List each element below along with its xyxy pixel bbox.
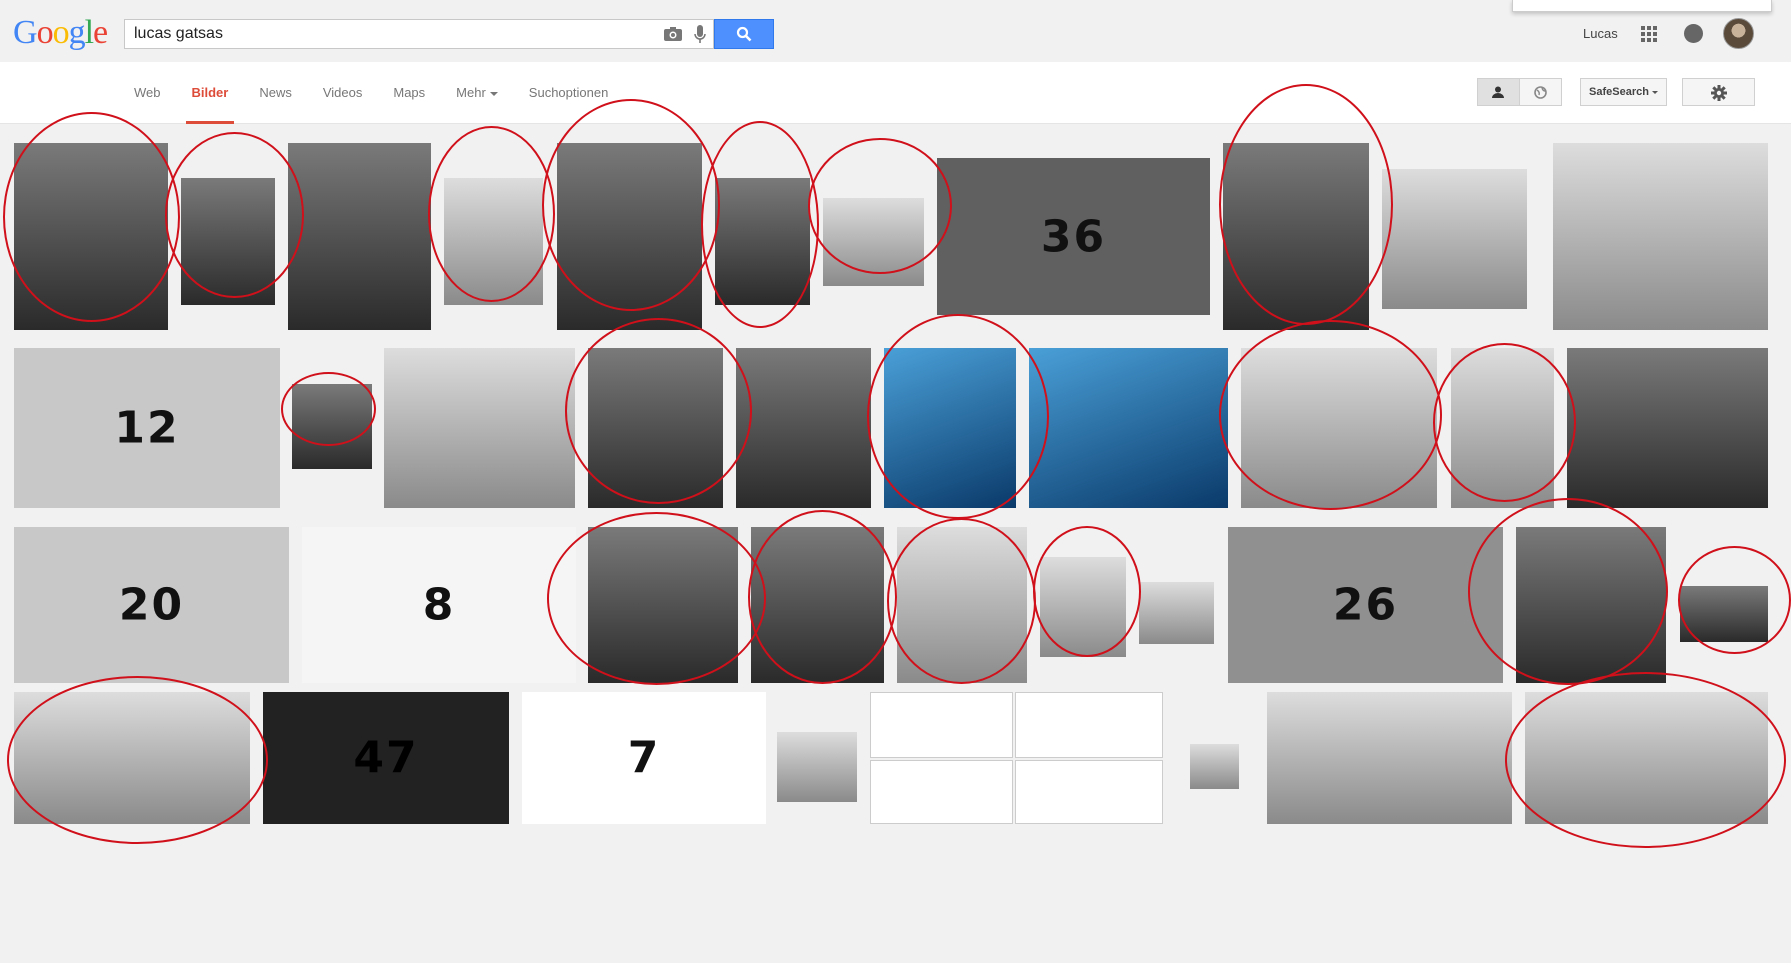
tab-label: Suchoptionen xyxy=(528,85,609,100)
results-mode-toggle xyxy=(1477,78,1562,106)
image-result[interactable] xyxy=(1382,169,1527,309)
logo-letter: e xyxy=(93,14,108,51)
tab-label: Web xyxy=(134,85,161,100)
count-label: 12 xyxy=(114,402,180,454)
image-result[interactable] xyxy=(870,760,1013,824)
logo-letter: o xyxy=(36,14,54,51)
microphone-icon[interactable] xyxy=(694,25,706,44)
google-logo[interactable]: Google xyxy=(13,14,108,52)
tab-label: News xyxy=(259,85,292,100)
image-result[interactable] xyxy=(1040,557,1126,657)
count-tile[interactable]: 47 xyxy=(263,692,509,824)
image-result[interactable] xyxy=(14,692,250,824)
image-result[interactable] xyxy=(1015,760,1163,824)
image-result[interactable] xyxy=(1015,692,1163,758)
globe-icon xyxy=(1534,86,1547,99)
popup-edge xyxy=(1512,0,1772,12)
tab-label: Videos xyxy=(322,85,363,100)
image-result[interactable] xyxy=(1553,143,1768,330)
image-result[interactable] xyxy=(870,692,1013,758)
image-result[interactable] xyxy=(1139,582,1214,644)
caret-down-icon xyxy=(489,91,498,96)
private-results-button[interactable] xyxy=(1478,79,1520,105)
count-label: 20 xyxy=(118,579,185,631)
tab-web[interactable]: Web xyxy=(134,62,161,124)
image-result[interactable] xyxy=(1525,692,1768,824)
tab-maps[interactable]: Maps xyxy=(393,62,425,124)
notifications-bell-icon[interactable] xyxy=(1684,24,1703,43)
image-result[interactable] xyxy=(897,527,1027,683)
image-result[interactable] xyxy=(292,384,372,469)
user-name[interactable]: Lucas xyxy=(1583,26,1618,41)
avatar[interactable] xyxy=(1723,18,1754,49)
global-results-button[interactable] xyxy=(1520,79,1561,105)
tab-bilder[interactable]: Bilder xyxy=(185,62,235,124)
search-toolbar: Web Bilder News Videos Maps Mehr Suchopt… xyxy=(0,62,1791,124)
image-result[interactable] xyxy=(1241,348,1437,508)
search-button[interactable] xyxy=(714,19,774,49)
image-result[interactable] xyxy=(557,143,702,330)
tab-news[interactable]: News xyxy=(259,62,292,124)
count-tile[interactable]: 8 xyxy=(302,527,576,683)
image-result[interactable] xyxy=(823,198,924,286)
image-result[interactable] xyxy=(14,143,168,330)
search-icon xyxy=(736,26,752,42)
image-result[interactable] xyxy=(288,143,431,330)
image-result[interactable] xyxy=(751,527,884,683)
count-label: 36 xyxy=(1040,211,1107,262)
count-label: 8 xyxy=(422,579,456,631)
apps-grid-icon[interactable] xyxy=(1641,26,1657,42)
image-result[interactable] xyxy=(1190,744,1239,789)
logo-letter: l xyxy=(84,14,95,51)
image-result[interactable] xyxy=(884,348,1016,508)
top-bar: Google Lucas xyxy=(0,0,1791,62)
image-result[interactable] xyxy=(1567,348,1768,508)
logo-letter: g xyxy=(68,14,86,51)
caret-down-icon xyxy=(1651,90,1658,94)
count-tile[interactable]: 36 xyxy=(937,158,1210,315)
image-result[interactable] xyxy=(588,348,723,508)
search-tabs: Web Bilder News Videos Maps Mehr Suchopt… xyxy=(134,62,639,124)
image-result[interactable] xyxy=(1680,586,1768,642)
image-result[interactable] xyxy=(1029,348,1228,508)
count-tile[interactable]: 26 xyxy=(1228,527,1503,683)
tab-label: Bilder xyxy=(191,85,229,100)
tab-suchoptionen[interactable]: Suchoptionen xyxy=(529,62,609,124)
count-label: 7 xyxy=(627,732,661,784)
count-tile[interactable]: 12 xyxy=(14,348,280,508)
image-result[interactable] xyxy=(444,178,543,305)
image-result[interactable] xyxy=(1451,348,1554,508)
tab-label: Mehr xyxy=(456,85,486,100)
tab-videos[interactable]: Videos xyxy=(323,62,363,124)
count-tile[interactable]: 20 xyxy=(14,527,289,683)
safesearch-label: SafeSearch xyxy=(1589,86,1649,98)
safesearch-button[interactable]: SafeSearch xyxy=(1580,78,1667,106)
count-label: 47 xyxy=(353,732,419,784)
gear-icon xyxy=(1711,85,1727,101)
search-input[interactable] xyxy=(125,20,625,48)
count-tile[interactable]: 7 xyxy=(522,692,766,824)
tab-mehr[interactable]: Mehr xyxy=(456,62,498,124)
image-result[interactable] xyxy=(1516,527,1666,683)
logo-letter: o xyxy=(52,14,70,51)
count-label: 26 xyxy=(1332,579,1399,631)
image-result[interactable] xyxy=(777,732,857,802)
image-result[interactable] xyxy=(384,348,575,508)
settings-button[interactable] xyxy=(1682,78,1755,106)
image-result[interactable] xyxy=(736,348,871,508)
image-result[interactable] xyxy=(1223,143,1369,330)
tab-label: Maps xyxy=(393,85,426,100)
image-result[interactable] xyxy=(715,178,810,305)
image-result[interactable] xyxy=(1267,692,1512,824)
image-results-grid: 36 12 20 8 26 47 7 xyxy=(0,84,1791,963)
image-result[interactable] xyxy=(181,178,275,305)
person-icon xyxy=(1492,86,1504,98)
camera-icon[interactable] xyxy=(664,27,682,41)
image-result[interactable] xyxy=(588,527,738,683)
search-box xyxy=(124,19,714,49)
logo-letter: G xyxy=(13,14,38,51)
